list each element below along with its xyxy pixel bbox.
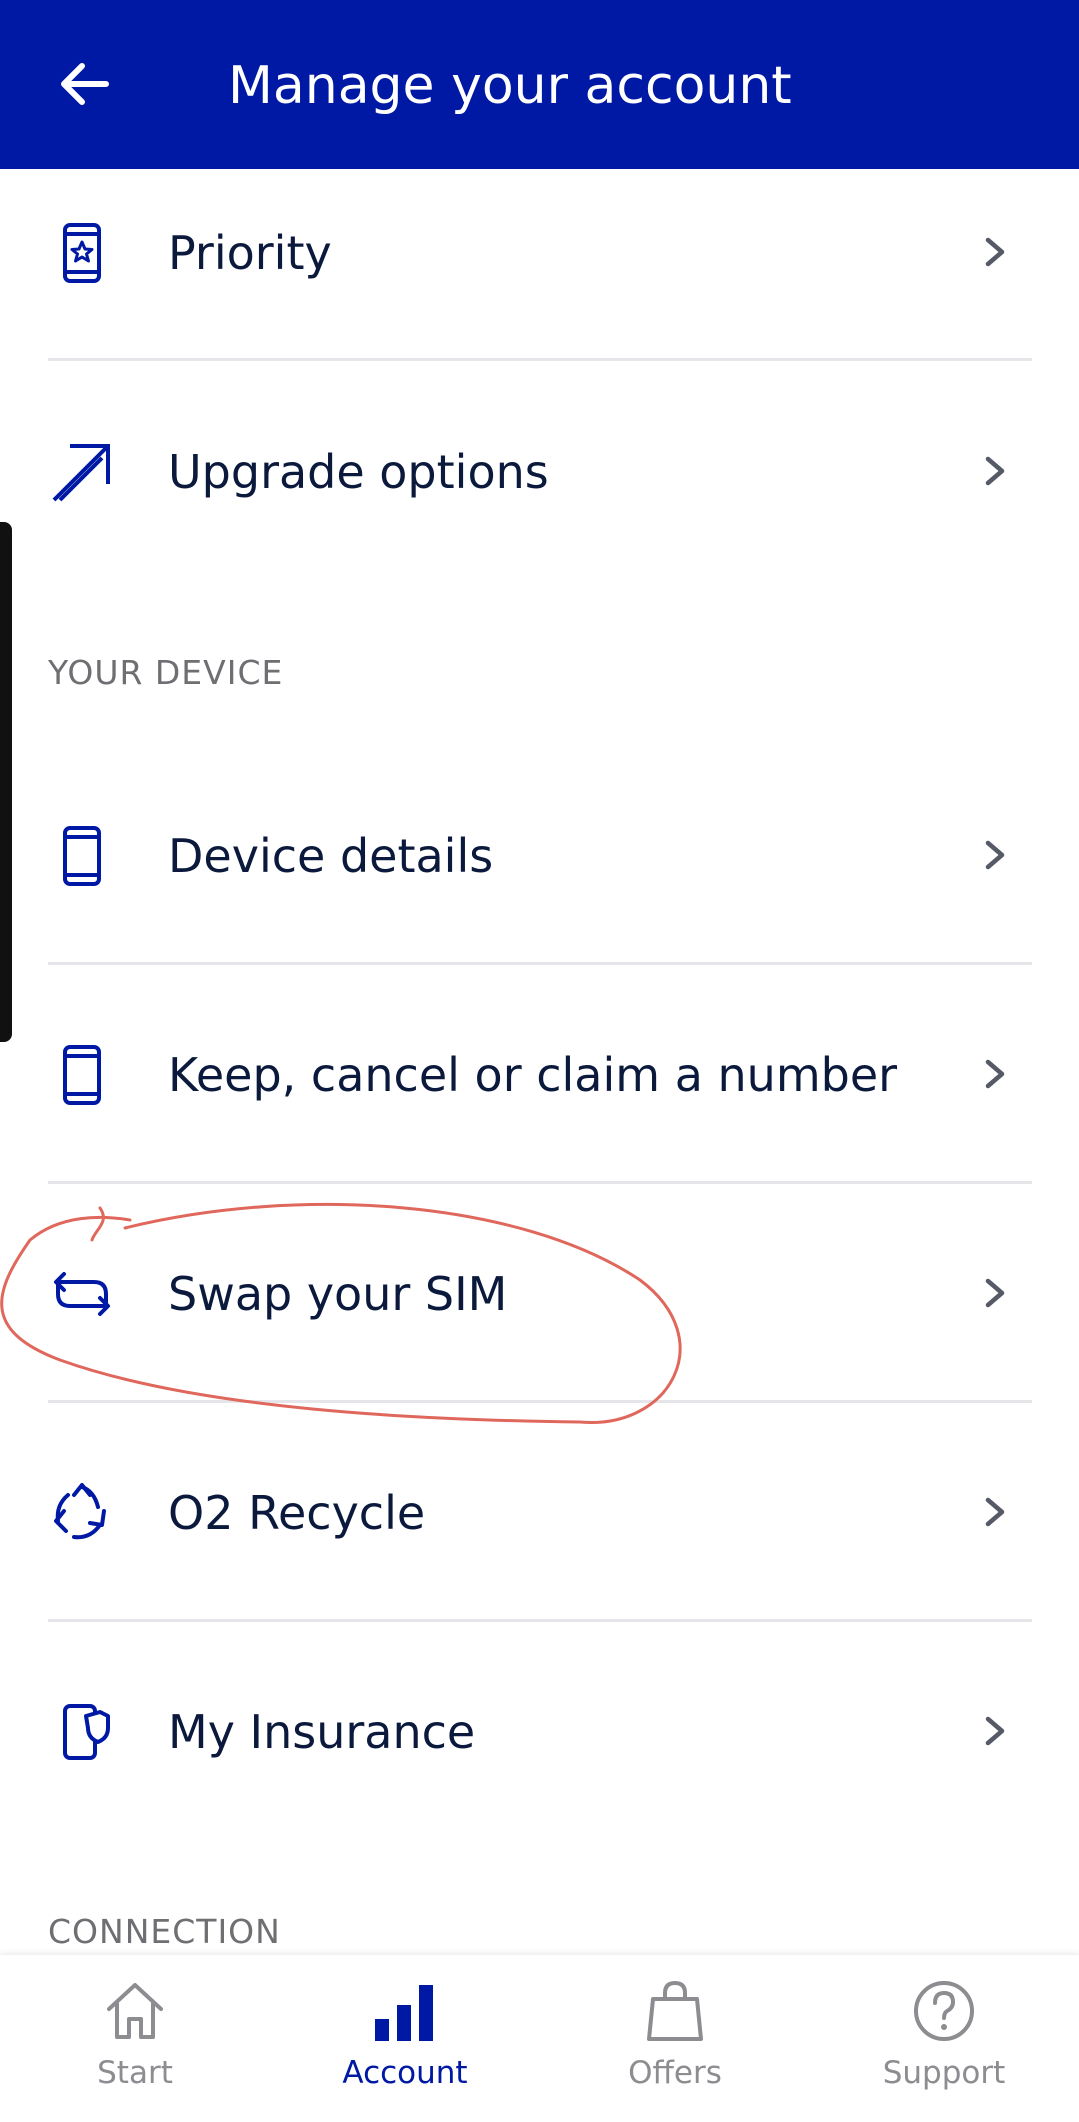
- menu-item-upgrade-options[interactable]: Upgrade options: [0, 361, 1079, 579]
- tab-label: Support: [882, 2055, 1006, 2091]
- chevron-right-icon: [985, 1497, 1005, 1527]
- menu-item-priority[interactable]: Priority: [0, 142, 1079, 360]
- chevron-right-icon: [985, 1278, 1005, 1308]
- chevron-right-icon: [985, 840, 1005, 870]
- recycle-icon: [54, 1483, 106, 1540]
- chevron-right-icon: [985, 1716, 1005, 1746]
- bar-chart-icon: [375, 1985, 433, 2041]
- arrow-up-right-icon: [52, 444, 110, 502]
- swap-icon: [54, 1272, 110, 1316]
- tab-label: Account: [342, 2055, 468, 2091]
- menu-item-o2-recycle[interactable]: O2 Recycle: [0, 1402, 1079, 1620]
- menu-item-label: Upgrade options: [168, 445, 549, 499]
- chevron-right-icon: [985, 456, 1005, 486]
- tab-label: Offers: [628, 2055, 722, 2091]
- menu-item-label: Device details: [168, 829, 494, 883]
- phone-icon: [63, 826, 101, 886]
- tab-support[interactable]: Support: [809, 1955, 1079, 2122]
- menu-item-device-details[interactable]: Device details: [0, 745, 1079, 963]
- menu-item-label: Keep, cancel or claim a number: [168, 1048, 898, 1102]
- menu-item-label: Priority: [168, 226, 332, 280]
- phone-star-icon: [63, 223, 101, 283]
- section-header-connection: CONNECTION: [48, 1912, 281, 1951]
- insurance-icon: [63, 1704, 110, 1760]
- tab-account[interactable]: Account: [270, 1955, 540, 2122]
- menu-item-keep-cancel-claim[interactable]: Keep, cancel or claim a number: [0, 964, 1079, 1182]
- menu-item-label: O2 Recycle: [168, 1486, 426, 1540]
- page-title: Manage your account: [228, 56, 792, 116]
- tab-start[interactable]: Start: [0, 1955, 270, 2122]
- tab-label: Start: [97, 2055, 173, 2091]
- tab-offers[interactable]: Offers: [540, 1955, 810, 2122]
- help-icon: [914, 1981, 974, 2041]
- menu-item-label: My Insurance: [168, 1705, 476, 1759]
- menu-item-swap-sim[interactable]: Swap your SIM: [0, 1183, 1079, 1401]
- phone-icon: [63, 1045, 101, 1105]
- home-icon: [107, 1983, 163, 2039]
- chevron-right-icon: [985, 237, 1005, 267]
- bag-icon: [647, 1980, 703, 2041]
- bottom-tab-bar: Start Account Offers Support: [0, 1955, 1079, 2122]
- menu-item-label: Swap your SIM: [168, 1267, 508, 1321]
- chevron-right-icon: [985, 1059, 1005, 1089]
- menu-item-my-insurance[interactable]: My Insurance: [0, 1621, 1079, 1839]
- back-arrow-icon[interactable]: [56, 56, 112, 112]
- section-header-your-device: YOUR DEVICE: [48, 653, 284, 692]
